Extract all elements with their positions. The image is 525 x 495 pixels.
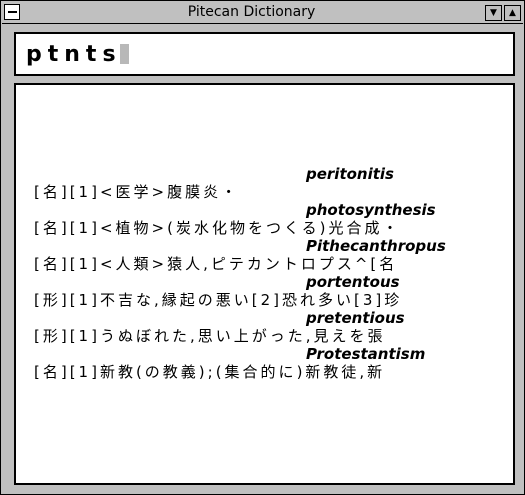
system-menu-button[interactable] — [4, 4, 20, 20]
app-window: Pitecan Dictionary ▼ ▲ ptnts peritonitis… — [0, 0, 525, 495]
search-query: ptnts — [26, 42, 129, 67]
result-definition: [名][1]<医学>腹膜炎・ — [34, 183, 240, 201]
result-entry[interactable]: peritonitis [名][1]<医学>腹膜炎・ — [16, 165, 513, 201]
result-definition: [形][1]うぬぼれた,思い上がった,見えを張 — [34, 327, 386, 345]
result-word: peritonitis — [306, 165, 394, 183]
title-bar[interactable]: Pitecan Dictionary ▼ ▲ — [2, 2, 523, 24]
window-title: Pitecan Dictionary — [187, 4, 316, 20]
result-entry[interactable]: Protestantism [名][1]新教(の教義);(集合的に)新教徒,新 — [16, 345, 513, 381]
result-definition: [名][1]<人類>猿人,ピテカントロプス^[名 — [34, 255, 398, 273]
maximize-button[interactable]: ▲ — [504, 5, 521, 21]
result-entry[interactable]: Pithecanthropus [名][1]<人類>猿人,ピテカントロプス^[名 — [16, 237, 513, 273]
minimize-icon: ▼ — [490, 8, 497, 18]
text-caret — [119, 44, 129, 64]
maximize-icon: ▲ — [509, 8, 516, 18]
result-entry[interactable]: pretentious [形][1]うぬぼれた,思い上がった,見えを張 — [16, 309, 513, 345]
result-definition: [名][1]新教(の教義);(集合的に)新教徒,新 — [34, 363, 386, 381]
result-definition: [形][1]不吉な,縁起の悪い[2]恐れ多い[3]珍 — [34, 291, 403, 309]
minimize-button[interactable]: ▼ — [485, 5, 502, 21]
result-entry[interactable]: portentous [形][1]不吉な,縁起の悪い[2]恐れ多い[3]珍 — [16, 273, 513, 309]
system-menu-icon — [8, 11, 17, 13]
search-query-text: ptnts — [26, 42, 122, 67]
search-input[interactable]: ptnts — [14, 32, 515, 76]
results-panel[interactable]: peritonitis [名][1]<医学>腹膜炎・ photosynthesi… — [14, 83, 515, 485]
result-definition: [名][1]<植物>(炭水化物をつくる)光合成・ — [34, 219, 401, 237]
result-entry[interactable]: photosynthesis [名][1]<植物>(炭水化物をつくる)光合成・ — [16, 201, 513, 237]
